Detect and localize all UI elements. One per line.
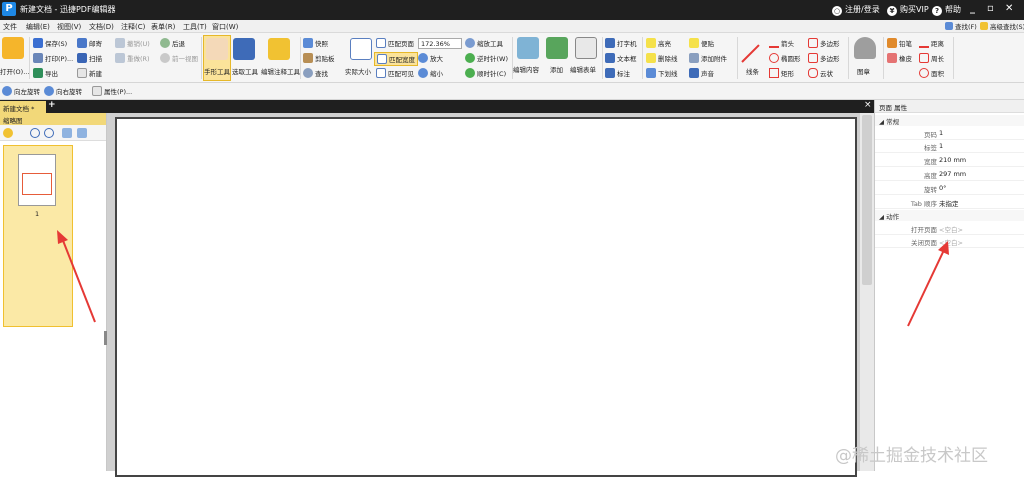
annotation-arrows xyxy=(57,230,949,327)
arrow-to-thumbnail xyxy=(57,230,96,323)
watermark-text: @稀土掘金技术社区 xyxy=(835,446,988,466)
arrow-to-properties xyxy=(907,241,949,327)
